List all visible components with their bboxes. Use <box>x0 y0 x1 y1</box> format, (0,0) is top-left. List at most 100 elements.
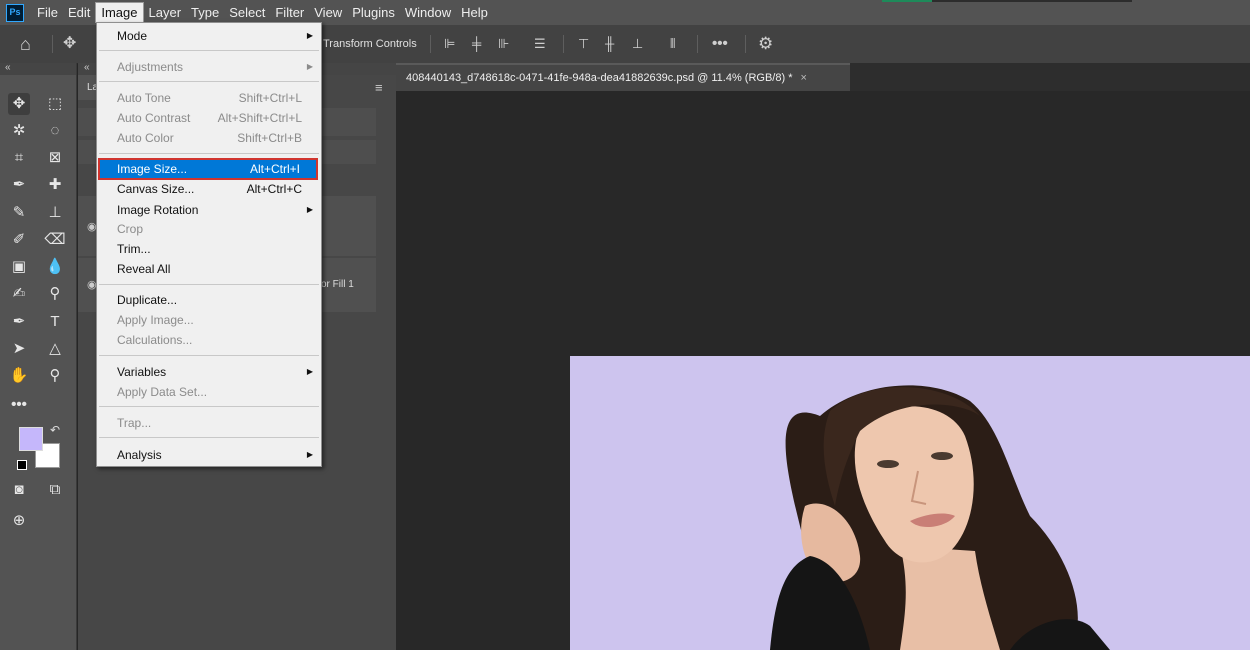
menu-item-apply-data-set[interactable]: Apply Data Set... <box>97 382 321 402</box>
panel-menu-icon[interactable]: ≡ <box>375 80 383 95</box>
menu-item-trim[interactable]: Trim... <box>97 239 321 259</box>
options-divider <box>697 35 698 53</box>
share-icon[interactable]: ⊕ <box>8 510 30 532</box>
clone-stamp-icon[interactable]: ⊥ <box>44 202 66 224</box>
frame-icon[interactable]: ⊠ <box>44 147 66 169</box>
menu-item-image-rotation[interactable]: Image Rotation ▶ <box>97 200 321 220</box>
hand-icon[interactable]: ✋ <box>8 365 30 387</box>
pen-icon[interactable]: ✒ <box>8 311 30 333</box>
menu-item-label: Trap... <box>117 416 152 430</box>
menu-item-duplicate[interactable]: Duplicate... <box>97 290 321 310</box>
menu-item-reveal-all[interactable]: Reveal All <box>97 259 321 279</box>
close-document-icon[interactable]: × <box>800 72 806 84</box>
portrait-photo <box>770 385 1110 650</box>
menu-item-auto-tone[interactable]: Auto Tone Shift+Ctrl+L <box>97 88 321 108</box>
edit-toolbar-icon[interactable]: ••• <box>8 394 30 416</box>
history-brush-icon[interactable]: ✐ <box>8 229 30 251</box>
menu-file[interactable]: File <box>32 2 63 23</box>
align-bottom-edges-icon[interactable]: ⊥ <box>632 25 643 63</box>
burn-icon[interactable]: ⚲ <box>44 283 66 305</box>
brush-icon[interactable]: ✎ <box>8 202 30 224</box>
object-selection-icon[interactable]: ✲ <box>8 120 30 142</box>
menu-separator <box>99 437 319 438</box>
tools-panel: « ✥ ⬚ ✲ ◌ ⌗ ⊠ ✒ ✚ ✎ ⊥ ✐ ⌫ ▣ 💧 ✍ ⚲ ✒ T ➤ … <box>0 63 77 650</box>
document-tab-title: 408440143_d748618c-0471-41fe-948a-dea418… <box>406 72 793 84</box>
menu-item-analysis[interactable]: Analysis ▶ <box>97 445 321 465</box>
menu-item-mode[interactable]: Mode ▶ <box>97 26 321 46</box>
menu-view[interactable]: View <box>309 2 347 23</box>
menu-item-label: Image Rotation <box>117 203 199 217</box>
document-canvas[interactable] <box>570 356 1250 650</box>
default-colors-icon[interactable] <box>17 460 27 470</box>
menu-item-trap[interactable]: Trap... <box>97 413 321 433</box>
menu-item-auto-contrast[interactable]: Auto Contrast Alt+Shift+Ctrl+L <box>97 108 321 128</box>
rectangular-marquee-icon[interactable]: ⬚ <box>44 93 66 115</box>
align-vertical-centers-icon[interactable]: ╫ <box>605 25 614 63</box>
align-left-edges-icon[interactable]: ⊫ <box>444 25 455 63</box>
menu-item-shortcut: Shift+Ctrl+L <box>238 91 302 105</box>
menu-item-calculations[interactable]: Calculations... <box>97 330 321 350</box>
menu-item-image-size[interactable]: Image Size... Alt+Ctrl+I <box>98 158 318 180</box>
gradient-icon[interactable]: ▣ <box>8 256 30 278</box>
menu-item-crop[interactable]: Crop <box>97 219 321 239</box>
menu-image[interactable]: Image <box>95 2 144 23</box>
type-icon[interactable]: T <box>44 311 66 333</box>
crop-icon[interactable]: ⌗ <box>8 147 30 169</box>
align-horizontal-centers-icon[interactable]: ╪ <box>472 25 481 63</box>
menu-item-label: Apply Image... <box>117 313 194 327</box>
move-tool-options-icon[interactable]: ✥ <box>63 25 76 63</box>
menu-item-apply-image[interactable]: Apply Image... <box>97 310 321 330</box>
image-menu-dropdown: Mode ▶ Adjustments ▶ Auto Tone Shift+Ctrl+L… <box>96 22 322 467</box>
swap-colors-icon[interactable]: ↶ <box>50 423 60 437</box>
foreground-color-swatch[interactable] <box>19 427 43 451</box>
options-divider <box>52 35 53 53</box>
menu-window[interactable]: Window <box>400 2 456 23</box>
collapse-toolbar-icon[interactable]: « <box>5 63 11 73</box>
menu-item-label: Calculations... <box>117 333 193 347</box>
menu-item-label: Adjustments <box>117 60 184 74</box>
eraser-icon[interactable]: ⌫ <box>44 229 66 251</box>
healing-brush-icon[interactable]: ✚ <box>44 174 66 196</box>
document-tab[interactable]: 408440143_d748618c-0471-41fe-948a-dea418… <box>396 63 850 91</box>
shape-icon[interactable]: △ <box>44 338 66 360</box>
more-options-icon[interactable]: ••• <box>712 25 728 63</box>
align-vertical-distribute-icon[interactable]: ☰ <box>534 25 546 63</box>
menu-filter[interactable]: Filter <box>270 2 309 23</box>
menu-separator <box>99 50 319 51</box>
menu-item-label: Crop <box>117 222 144 236</box>
menu-item-canvas-size[interactable]: Canvas Size... Alt+Ctrl+C <box>97 179 321 199</box>
show-transform-controls-label[interactable]: Transform Controls <box>323 25 417 63</box>
menu-type[interactable]: Type <box>186 2 224 23</box>
menu-item-shortcut: Alt+Ctrl+C <box>246 182 302 196</box>
screen-mode-icon[interactable]: ⧉ <box>44 479 66 501</box>
align-top-edges-icon[interactable]: ⊤ <box>578 25 589 63</box>
quick-mask-icon[interactable]: ◙ <box>8 479 30 501</box>
options-divider <box>745 35 746 53</box>
menu-edit[interactable]: Edit <box>63 2 95 23</box>
menu-select[interactable]: Select <box>224 2 270 23</box>
settings-gear-icon[interactable]: ⚙ <box>758 25 773 63</box>
align-right-edges-icon[interactable]: ⊪ <box>498 25 509 63</box>
menu-layer[interactable]: Layer <box>144 2 187 23</box>
distribute-horizontal-icon[interactable]: ⫴ <box>670 25 675 63</box>
menu-plugins[interactable]: Plugins <box>347 2 400 23</box>
blur-icon[interactable]: 💧 <box>44 256 66 278</box>
home-icon[interactable]: ⌂ <box>20 25 31 63</box>
eyedropper-icon[interactable]: ✒ <box>8 174 30 196</box>
menu-item-adjustments[interactable]: Adjustments ▶ <box>97 57 321 77</box>
lasso-icon[interactable]: ◌ <box>44 120 66 142</box>
move-tool-icon[interactable]: ✥ <box>8 93 30 115</box>
menu-item-auto-color[interactable]: Auto Color Shift+Ctrl+B <box>97 128 321 148</box>
menu-help[interactable]: Help <box>456 2 493 23</box>
menu-item-label: Variables <box>117 365 167 379</box>
path-selection-icon[interactable]: ➤ <box>8 338 30 360</box>
menu-item-label: Canvas Size... <box>117 182 195 196</box>
zoom-icon[interactable]: ⚲ <box>44 365 66 387</box>
options-divider <box>563 35 564 53</box>
menu-item-label: Auto Color <box>117 131 174 145</box>
collapse-panels-icon[interactable]: « <box>84 63 90 73</box>
menu-item-label: Auto Contrast <box>117 111 191 125</box>
menu-item-label: Auto Tone <box>117 91 171 105</box>
menu-item-variables[interactable]: Variables ▶ <box>97 362 321 382</box>
dodge-icon[interactable]: ✍ <box>8 283 30 305</box>
